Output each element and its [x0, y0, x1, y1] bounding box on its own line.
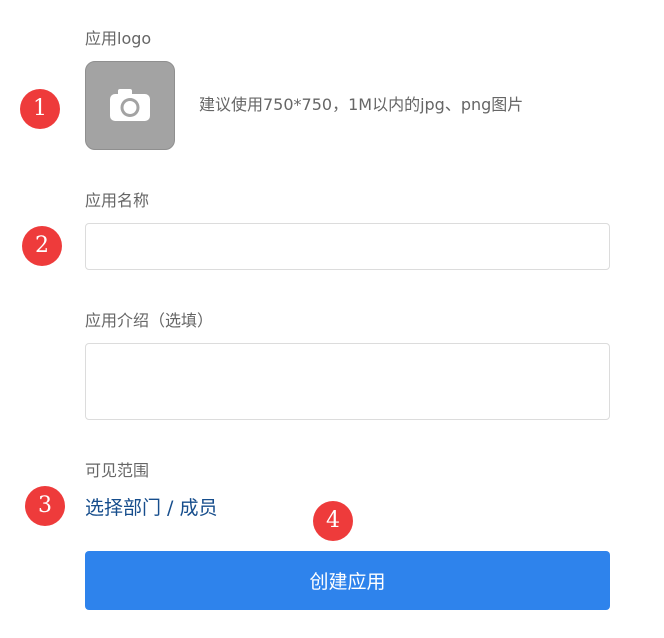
annotation-marker-1: 1	[20, 89, 60, 129]
logo-hint-text: 建议使用750*750，1M以内的jpg、png图片	[199, 95, 524, 114]
annotation-marker-3: 3	[25, 486, 65, 526]
select-department-member-link[interactable]: 选择部门 / 成员	[85, 496, 217, 520]
app-name-input[interactable]	[85, 223, 610, 270]
app-intro-label: 应用介绍（选填）	[85, 311, 214, 330]
create-app-form: 应用logo 建议使用750*750，1M以内的jpg、png图片 应用名称 应…	[0, 0, 664, 638]
app-intro-textarea[interactable]	[85, 343, 610, 420]
create-app-button[interactable]: 创建应用	[85, 551, 610, 610]
camera-icon	[110, 89, 150, 121]
annotation-marker-4: 4	[313, 501, 353, 541]
annotation-marker-2: 2	[22, 226, 62, 266]
visibility-label: 可见范围	[85, 461, 150, 480]
logo-upload-button[interactable]	[85, 61, 175, 150]
app-name-label: 应用名称	[85, 191, 150, 210]
logo-label: 应用logo	[85, 29, 152, 48]
